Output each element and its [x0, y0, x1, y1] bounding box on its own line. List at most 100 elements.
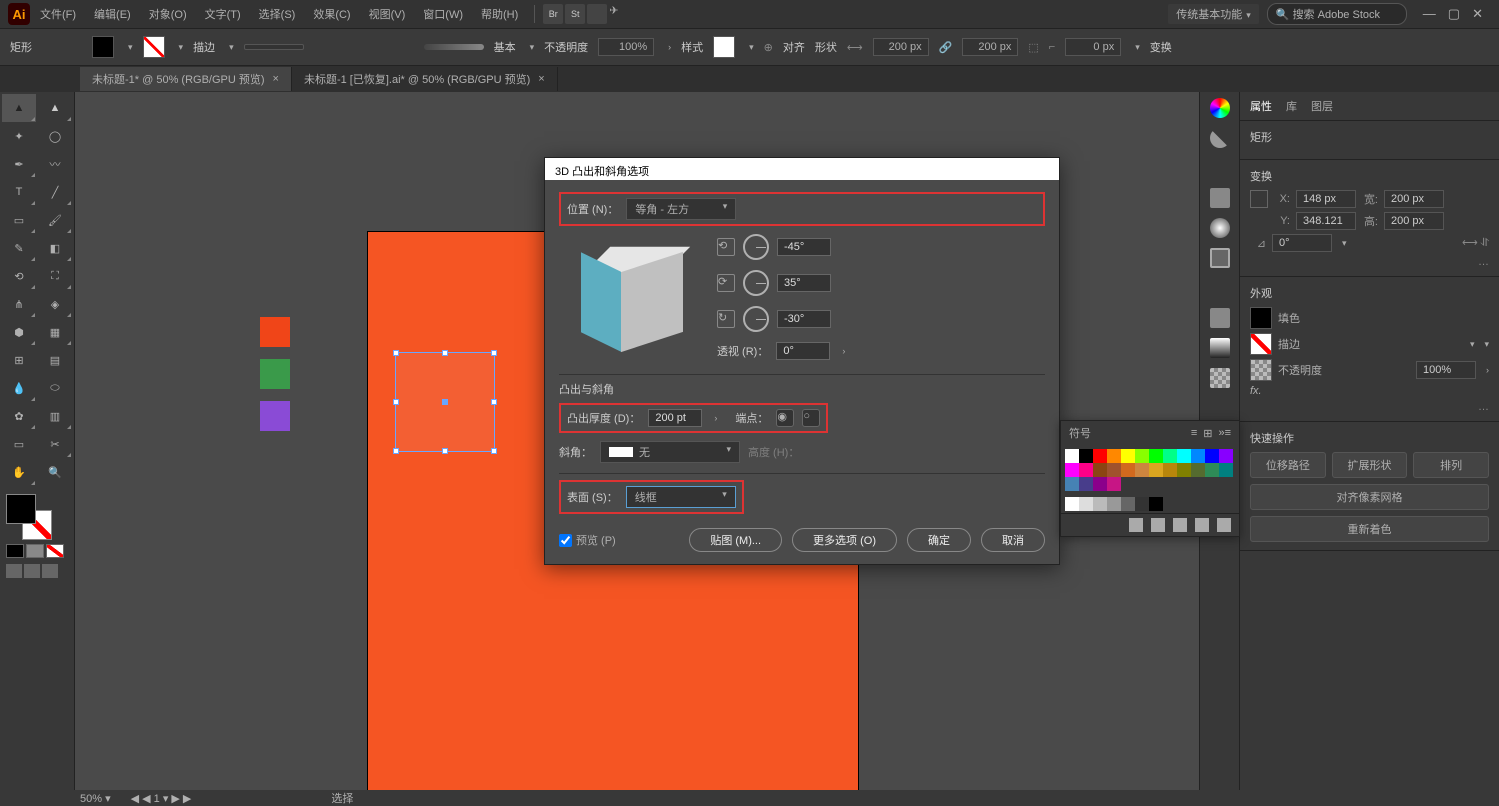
- surface-dropdown[interactable]: 线框▾: [626, 486, 736, 508]
- eyedropper-tool[interactable]: 💧: [2, 374, 36, 402]
- bevel-dropdown[interactable]: 无▾: [600, 441, 740, 463]
- free-transform-tool[interactable]: ◈: [38, 290, 72, 318]
- artboard-nav[interactable]: ◀ ◀ 1 ▾ ▶ ▶: [131, 792, 192, 805]
- pattern-swatch[interactable]: [713, 36, 735, 58]
- swatch-cell[interactable]: [1079, 477, 1093, 491]
- swatch-cell[interactable]: [1107, 449, 1121, 463]
- cap-on-icon[interactable]: ◉: [776, 409, 794, 427]
- panel-menu-icon[interactable]: »≡: [1218, 427, 1231, 440]
- handle-tc[interactable]: [442, 350, 448, 356]
- menu-object[interactable]: 对象(O): [141, 2, 195, 26]
- hand-tool[interactable]: ✋: [2, 458, 36, 486]
- blend-tool[interactable]: ⬭: [38, 374, 72, 402]
- draw-inside[interactable]: [42, 564, 58, 578]
- swatch-cell[interactable]: [1219, 463, 1233, 477]
- pixel-align-button[interactable]: 对齐像素网格: [1250, 484, 1489, 510]
- handle-cc[interactable]: [442, 399, 448, 405]
- swatch-cell[interactable]: [1093, 449, 1107, 463]
- close-button[interactable]: ✕: [1472, 6, 1483, 22]
- swatch-cell[interactable]: [1079, 463, 1093, 477]
- arrange-button[interactable]: 排列: [1413, 452, 1489, 478]
- preview-check-input[interactable]: [559, 534, 572, 547]
- sw-gray3[interactable]: [1107, 497, 1121, 511]
- menu-effect[interactable]: 效果(C): [305, 2, 358, 26]
- direct-selection-tool[interactable]: ▲: [38, 94, 72, 122]
- menu-help[interactable]: 帮助(H): [473, 2, 526, 26]
- maximize-button[interactable]: ▢: [1448, 6, 1460, 22]
- swatch-cell[interactable]: [1107, 463, 1121, 477]
- ref-point-icon[interactable]: [1250, 190, 1268, 208]
- swatch-cell[interactable]: [1121, 449, 1135, 463]
- selected-rectangle[interactable]: [395, 352, 495, 452]
- cancel-button[interactable]: 取消: [981, 528, 1045, 552]
- lasso-tool[interactable]: ◯: [38, 122, 72, 150]
- swatch-cell[interactable]: [1149, 463, 1163, 477]
- swatch-cell[interactable]: [1177, 463, 1191, 477]
- fill-mode[interactable]: [6, 544, 24, 558]
- opacity-swatch[interactable]: [1250, 359, 1272, 381]
- list-view-icon[interactable]: ≡: [1191, 427, 1197, 440]
- symbol-sprayer-tool[interactable]: ✿: [2, 402, 36, 430]
- depth-input[interactable]: 200 pt: [648, 409, 702, 427]
- transparency-panel-icon[interactable]: [1210, 368, 1230, 388]
- stroke-weight-dropdown[interactable]: [244, 44, 304, 50]
- type-tool[interactable]: T: [2, 178, 36, 206]
- grid-view-icon[interactable]: ⊞: [1203, 427, 1212, 440]
- selection-tool[interactable]: ▲: [2, 94, 36, 122]
- fx-label[interactable]: fx.: [1250, 385, 1262, 397]
- handle-tr[interactable]: [491, 350, 497, 356]
- tab-close-icon[interactable]: ×: [538, 73, 544, 85]
- swatches-icon[interactable]: [1210, 188, 1230, 208]
- rot-y-dial[interactable]: [743, 270, 769, 296]
- angle-input[interactable]: 0°: [1272, 234, 1332, 252]
- opacity-input[interactable]: 100%: [1416, 361, 1476, 379]
- handle-cl[interactable]: [393, 399, 399, 405]
- curvature-tool[interactable]: 〰: [38, 150, 72, 178]
- corner-input[interactable]: 0 px: [1065, 38, 1121, 56]
- offset-path-button[interactable]: 位移路径: [1250, 452, 1326, 478]
- stroke-swatch[interactable]: [143, 36, 165, 58]
- stroke-swatch[interactable]: [1250, 333, 1272, 355]
- stroke-panel-icon[interactable]: [1210, 308, 1230, 328]
- swatch-cell[interactable]: [1177, 449, 1191, 463]
- menu-file[interactable]: 文件(F): [32, 2, 84, 26]
- menu-edit[interactable]: 编辑(E): [86, 2, 139, 26]
- opacity-input[interactable]: 100%: [598, 38, 654, 56]
- arrange-icon[interactable]: [587, 4, 607, 24]
- perspective-input[interactable]: 0°: [776, 342, 830, 360]
- tab-properties[interactable]: 属性: [1250, 98, 1272, 114]
- swatch-cell[interactable]: [1149, 449, 1163, 463]
- rectangle-tool[interactable]: ▭: [2, 206, 36, 234]
- tab-libraries[interactable]: 库: [1286, 98, 1297, 114]
- mesh-tool[interactable]: ⊞: [2, 346, 36, 374]
- brushes-icon[interactable]: [1210, 218, 1230, 238]
- ok-button[interactable]: 确定: [907, 528, 971, 552]
- search-input[interactable]: 🔍 搜索 Adobe Stock: [1267, 3, 1407, 25]
- menu-type[interactable]: 文字(T): [197, 2, 249, 26]
- sw-options-icon[interactable]: [1151, 518, 1165, 532]
- swatch-cell[interactable]: [1121, 463, 1135, 477]
- perspective-tool[interactable]: ▦: [38, 318, 72, 346]
- gradient-mode[interactable]: [26, 544, 44, 558]
- menu-select[interactable]: 选择(S): [251, 2, 304, 26]
- rot-z-dial[interactable]: [743, 306, 769, 332]
- swatch-cell[interactable]: [1219, 449, 1233, 463]
- slice-tool[interactable]: ✂: [38, 430, 72, 458]
- recolor-button[interactable]: 重新着色: [1250, 516, 1489, 542]
- symbols-icon[interactable]: [1210, 248, 1230, 268]
- line-tool[interactable]: ╱: [38, 178, 72, 206]
- handle-tl[interactable]: [393, 350, 399, 356]
- graph-tool[interactable]: ▥: [38, 402, 72, 430]
- gradient-panel-icon[interactable]: [1210, 338, 1230, 358]
- swatch-cell[interactable]: [1065, 449, 1079, 463]
- draw-behind[interactable]: [24, 564, 40, 578]
- swatch-cell[interactable]: [1065, 463, 1079, 477]
- shaper-tool[interactable]: ✎: [2, 234, 36, 262]
- sw-lib-icon[interactable]: [1129, 518, 1143, 532]
- gpu-icon[interactable]: ✈: [609, 4, 629, 24]
- swatch-cell[interactable]: [1079, 449, 1093, 463]
- sw-delete-icon[interactable]: [1217, 518, 1231, 532]
- sw-gray1[interactable]: [1079, 497, 1093, 511]
- position-dropdown[interactable]: 等角 - 左方▾: [626, 198, 736, 220]
- width-tool[interactable]: ⋔: [2, 290, 36, 318]
